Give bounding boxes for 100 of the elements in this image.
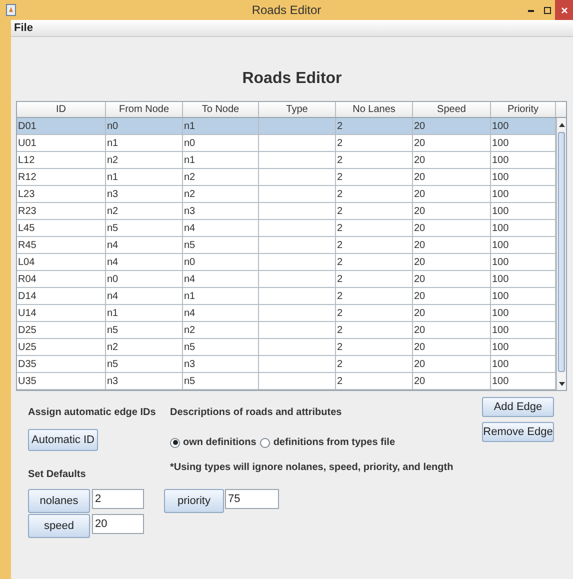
table-cell-text: 100 xyxy=(492,340,509,354)
table-cell-text: n1 xyxy=(107,306,118,320)
table-row[interactable]: L04 n4 n0 2 20 100 xyxy=(17,254,556,271)
default-button[interactable]: nolanes xyxy=(28,489,90,513)
table-cell-text: 100 xyxy=(492,170,509,184)
table-row[interactable]: D35 n5 n3 2 20 100 xyxy=(17,356,556,373)
table-row[interactable]: D14 n4 n1 2 20 100 xyxy=(17,288,556,305)
edge-button[interactable]: Remove Edge xyxy=(482,422,554,442)
close-button[interactable] xyxy=(555,0,573,20)
table-cell-text: U01 xyxy=(18,136,36,150)
scrollbar[interactable] xyxy=(556,118,566,390)
table-cell-text: n2 xyxy=(107,154,118,168)
table-cell-text: n1 xyxy=(184,120,196,134)
table-row[interactable]: D01 n0 n1 2 20 100 xyxy=(17,118,556,135)
radio-button[interactable] xyxy=(170,438,180,448)
table-row[interactable]: L45 n5 n4 2 20 100 xyxy=(17,220,556,237)
column-header[interactable]: To Node xyxy=(183,102,259,117)
table-cell-text: 2 xyxy=(337,290,343,304)
edge-button[interactable]: Add Edge xyxy=(482,397,554,417)
table-cell-text: D01 xyxy=(18,120,36,134)
table-row[interactable]: R45 n4 n5 2 20 100 xyxy=(17,237,556,254)
default-field[interactable]: 20 xyxy=(92,514,144,534)
table-cell-text: R45 xyxy=(18,238,36,252)
column-header[interactable]: ID xyxy=(17,102,106,117)
table-cell-text: n1 xyxy=(107,136,118,150)
table-cell-text: n3 xyxy=(107,374,118,388)
table-cell-text: n3 xyxy=(107,188,118,202)
table-cell-text: 20 xyxy=(414,306,426,320)
table-cell-text: 2 xyxy=(337,256,343,270)
table-cell-text: n2 xyxy=(107,204,118,218)
default-button[interactable]: priority xyxy=(164,489,224,513)
table-cell-text: n2 xyxy=(184,324,196,338)
table-cell-text: 20 xyxy=(414,238,426,252)
table-cell-text: 20 xyxy=(414,188,426,202)
table-row[interactable]: R23 n2 n3 2 20 100 xyxy=(17,203,556,220)
menu-item[interactable]: File xyxy=(11,20,36,36)
note-text: *Using types will ignore nolanes, speed, priority, and length xyxy=(170,461,454,475)
table-cell-text: 2 xyxy=(337,358,343,372)
table-cell-text: 2 xyxy=(337,188,343,202)
table-cell-text: 20 xyxy=(414,154,426,168)
radio-option[interactable]: definitions from types file xyxy=(260,435,396,450)
table-cell-text: 2 xyxy=(337,170,343,184)
table-cell-text: L23 xyxy=(18,188,35,202)
table-cell-text: n1 xyxy=(107,170,118,184)
table-row[interactable]: L23 n3 n2 2 20 100 xyxy=(17,186,556,203)
section-label: Assign automatic edge IDs xyxy=(28,406,157,420)
table-cell-text: 100 xyxy=(492,374,509,388)
close-icon xyxy=(560,6,568,14)
table-cell-text: 20 xyxy=(414,272,426,286)
table-row[interactable]: L12 n2 n1 2 20 100 xyxy=(17,152,556,169)
table-cell-text: n5 xyxy=(107,358,118,372)
default-field[interactable]: 2 xyxy=(92,489,144,509)
table-cell-text: n4 xyxy=(184,306,196,320)
table-cell-text: 100 xyxy=(492,188,509,202)
table-cell-text: 100 xyxy=(492,306,509,320)
table-cell-text: 100 xyxy=(492,238,509,252)
app-icon xyxy=(6,4,16,16)
table-cell-text: 2 xyxy=(337,324,343,338)
radio-option[interactable]: own definitions xyxy=(170,435,256,450)
table-cell-text: n2 xyxy=(184,188,196,202)
table-cell-text: 2 xyxy=(337,136,343,150)
table-row[interactable]: R12 n1 n2 2 20 100 xyxy=(17,169,556,186)
table-cell-text: 20 xyxy=(414,324,426,338)
column-header[interactable]: Priority xyxy=(491,102,556,117)
maximize-icon xyxy=(544,6,550,14)
page-heading: Roads Editor xyxy=(242,69,342,89)
automatic-id-button[interactable]: Automatic ID xyxy=(28,429,98,451)
column-header[interactable]: Speed xyxy=(413,102,491,117)
table-cell-text: 100 xyxy=(492,324,509,338)
column-header[interactable]: Type xyxy=(259,102,336,117)
table-cell-text: 20 xyxy=(414,204,426,218)
table-row[interactable]: U25 n2 n5 2 20 100 xyxy=(17,339,556,356)
table-cell-text: n0 xyxy=(107,120,118,134)
default-button[interactable]: speed xyxy=(28,514,90,538)
radio-button[interactable] xyxy=(260,438,270,448)
table-cell-text: D14 xyxy=(18,290,36,304)
table-row[interactable]: R04 n0 n4 2 20 100 xyxy=(17,271,556,288)
table-cell-text: L45 xyxy=(18,222,35,236)
table-cell-text: 20 xyxy=(414,256,426,270)
table-cell-text: 20 xyxy=(414,374,426,388)
table-cell-text: 100 xyxy=(492,272,509,286)
table-cell-text: 2 xyxy=(337,340,343,354)
column-header[interactable]: No Lanes xyxy=(336,102,413,117)
table-cell-text: 20 xyxy=(414,340,426,354)
table-row[interactable]: D25 n5 n2 2 20 100 xyxy=(17,322,556,339)
table-cell-text: 100 xyxy=(492,256,509,270)
window-title: Roads Editor xyxy=(250,2,322,19)
table-cell-text: n4 xyxy=(107,290,118,304)
default-field[interactable]: 75 xyxy=(225,489,279,509)
table-cell-text: n3 xyxy=(184,204,196,218)
table-row[interactable]: U01 n1 n0 2 20 100 xyxy=(17,135,556,152)
table-cell-text: n1 xyxy=(184,154,196,168)
table-cell-text: n4 xyxy=(107,238,118,252)
table-cell-text: 20 xyxy=(414,136,426,150)
table-cell-text: 2 xyxy=(337,154,343,168)
table-cell-text: R04 xyxy=(18,272,36,286)
table-cell-text: 100 xyxy=(492,120,509,134)
table-row[interactable]: U14 n1 n4 2 20 100 xyxy=(17,305,556,322)
column-header[interactable]: From Node xyxy=(106,102,183,117)
table-row[interactable]: U35 n3 n5 2 20 100 xyxy=(17,373,556,390)
